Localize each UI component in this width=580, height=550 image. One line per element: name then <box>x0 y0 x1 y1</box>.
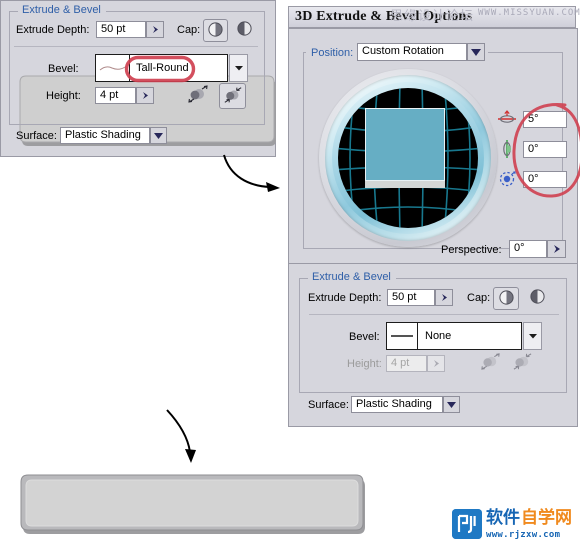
bevel-extent-out-icon <box>480 351 501 375</box>
bevel-combo-right[interactable]: None <box>386 322 522 350</box>
rotate-y-input[interactable]: 0° <box>523 141 567 158</box>
cap-solid-icon <box>498 289 514 308</box>
surface-combo-left[interactable]: Plastic Shading <box>60 127 150 144</box>
bevel-preview-icon <box>387 323 418 349</box>
height-label-left: Height: <box>46 90 81 102</box>
perspective-label: Perspective: <box>441 244 502 256</box>
rotate-z-input[interactable]: 0° <box>523 171 567 188</box>
group-inner-divider-left <box>14 46 258 47</box>
bevel-combo-left[interactable]: Tall-Round <box>95 54 228 82</box>
object-face-preview <box>365 108 445 181</box>
bevel-extent-in-button-right <box>510 351 534 375</box>
height-stepper-right <box>427 355 445 372</box>
logo-text-primary: 软件 <box>486 508 520 528</box>
cap-hollow-icon <box>529 288 545 307</box>
cap-solid-button-right[interactable] <box>493 287 519 310</box>
flow-arrow-bottom <box>160 408 210 470</box>
cap-hollow-icon <box>237 20 252 39</box>
cap-solid-icon <box>208 21 223 40</box>
dialog-body: Position: Custom Rotation 5° 0° 0° Persp… <box>288 28 580 265</box>
bevel-extent-out-icon <box>187 83 209 108</box>
group-legend-left: Extrude & Bevel <box>18 4 105 16</box>
height-label-right: Height: <box>347 358 382 370</box>
group-inner-divider-right <box>309 314 559 315</box>
artwork-rect-beveled <box>18 470 368 540</box>
extrude-depth-stepper-right[interactable] <box>435 289 453 306</box>
logo-text-secondary: 自学网 <box>521 508 572 528</box>
watermark-url: WWW.MISSYUAN.COM <box>478 8 580 18</box>
bevel-label-left: Bevel: <box>48 63 79 75</box>
rotate-x-input[interactable]: 5° <box>523 111 567 128</box>
watermark-chinese: 思缘设计论坛 <box>390 9 475 24</box>
site-logo: 软件 自学网 www.rjzxw.com <box>452 509 574 543</box>
extrude-depth-stepper-left[interactable] <box>146 21 164 38</box>
height-input-right: 4 pt <box>386 355 427 372</box>
bevel-combo-arrow-right[interactable] <box>523 322 542 350</box>
bevel-preview-icon <box>96 55 130 81</box>
bevel-extent-in-icon <box>512 351 533 375</box>
bevel-extent-out-button-left[interactable] <box>186 83 210 107</box>
logo-badge-icon <box>452 509 482 539</box>
cap-hollow-button-left[interactable] <box>233 19 256 40</box>
cap-label-right: Cap: <box>467 292 491 304</box>
surface-combo-right[interactable]: Plastic Shading <box>351 396 443 413</box>
cap-solid-button-left[interactable] <box>203 19 228 42</box>
bevel-combo-arrow-left[interactable] <box>229 54 248 82</box>
surface-combo-arrow-left[interactable] <box>150 127 167 144</box>
panel-extrude-bevel-right: Extrude & Bevel Extrude Depth: 50 pt Cap… <box>288 263 578 427</box>
bevel-value-left: Tall-Round <box>136 62 189 74</box>
height-input-left[interactable]: 4 pt <box>95 87 136 104</box>
cap-hollow-button-right[interactable] <box>525 287 549 308</box>
surface-label-right: Surface: <box>308 399 349 411</box>
rotate-z-axis-icon <box>497 169 517 189</box>
cap-label-left: Cap: <box>177 24 201 36</box>
object-face-shadow <box>365 180 445 188</box>
extrude-depth-label-right: Extrude Depth: <box>308 292 382 304</box>
extrude-depth-input-left[interactable]: 50 pt <box>96 21 146 38</box>
bevel-extent-in-icon <box>223 85 243 108</box>
bevel-value-right: None <box>425 330 452 342</box>
extrude-depth-input-right[interactable]: 50 pt <box>387 289 435 306</box>
rotate-y-axis-icon <box>497 139 517 159</box>
perspective-input[interactable]: 0° <box>509 240 547 258</box>
perspective-stepper[interactable] <box>547 240 566 258</box>
bevel-label-right: Bevel: <box>349 331 380 343</box>
bevel-extent-in-button-left[interactable] <box>219 83 246 109</box>
height-stepper-left[interactable] <box>136 87 154 104</box>
group-legend-right: Extrude & Bevel <box>308 271 395 283</box>
surface-label-left: Surface: <box>16 130 57 142</box>
rotation-track-sphere[interactable] <box>319 69 497 247</box>
sphere-globe[interactable] <box>338 88 478 228</box>
surface-combo-arrow-right[interactable] <box>443 396 460 413</box>
bevel-extent-out-button-right <box>478 351 502 375</box>
rotate-x-axis-icon <box>497 109 517 129</box>
logo-url: www.rjzxw.com <box>486 530 561 540</box>
extrude-depth-label-left: Extrude Depth: <box>16 24 90 36</box>
